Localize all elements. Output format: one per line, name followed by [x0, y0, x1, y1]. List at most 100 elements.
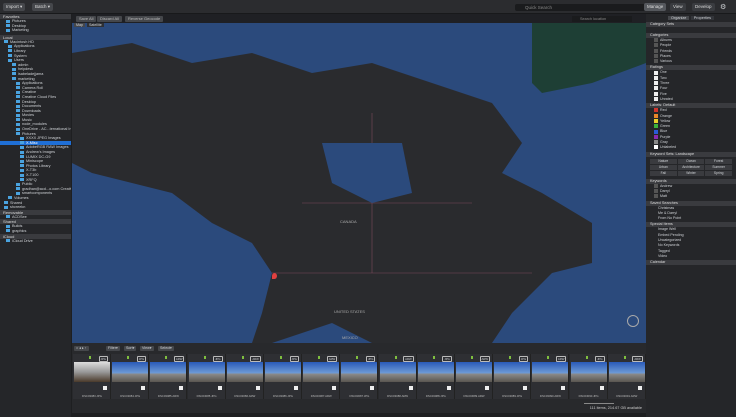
thumbnail[interactable]: ARW DSC03090.ARW [531, 354, 570, 399]
thumbnail[interactable]: JPG DSC03084.JPG [111, 354, 150, 399]
categories-item[interactable]: Various [646, 59, 736, 64]
folder-item[interactable]: graphics [0, 229, 71, 234]
color-label-item[interactable]: Unlabeled [646, 145, 736, 150]
select-checkbox[interactable] [637, 386, 642, 390]
view-label: View [142, 346, 150, 350]
thumbnail[interactable]: JPG DSC03090.JPG [569, 354, 608, 399]
view-button[interactable]: View▾ [140, 346, 154, 351]
map-type-satellite[interactable]: Satellite [87, 23, 104, 27]
checkbox-icon[interactable] [654, 59, 658, 64]
select-checkbox[interactable] [179, 386, 184, 390]
keywords-label: Darryl [660, 188, 670, 193]
mode-develop[interactable]: Develop [692, 3, 715, 11]
folder-item[interactable]: shcreekn [0, 205, 71, 210]
select-checkbox[interactable] [217, 386, 222, 390]
keyword-set-button[interactable]: Ocean [677, 158, 705, 164]
select-checkbox[interactable] [294, 386, 298, 390]
checkbox-icon[interactable] [654, 97, 658, 102]
keyword-set-button[interactable]: Winter [677, 170, 705, 176]
location-pin-icon[interactable] [272, 273, 277, 279]
sort-button[interactable]: Sort▾ [124, 346, 137, 351]
thumbnail[interactable]: JPG DSC03083.JPG [73, 354, 111, 399]
thumbnail[interactable]: ARW DSC03087.ARW [302, 354, 341, 399]
ratings-item[interactable]: Unrated [646, 97, 736, 102]
select-checkbox[interactable] [141, 386, 146, 390]
select-checkbox[interactable] [561, 386, 566, 390]
thumbnail[interactable]: ARW DSC03088.ARW [378, 354, 417, 399]
keyword-set-button[interactable]: Spring [705, 170, 732, 176]
checkbox-icon[interactable] [654, 183, 658, 188]
keyword-set-button[interactable]: Nature [650, 158, 677, 164]
mode-view[interactable]: View [670, 3, 686, 11]
thumbnail[interactable]: JPG DSC03085.JPG [187, 354, 226, 399]
home-icon[interactable]: ⌂ ◂ ▸ ↑ [74, 346, 89, 351]
select-checkbox[interactable] [370, 386, 375, 390]
keyword-set-button[interactable]: Urban [650, 164, 677, 170]
tab-properties[interactable]: Properties [690, 16, 714, 20]
quick-search-input[interactable]: Quick Search [515, 4, 657, 11]
compass-icon[interactable] [627, 315, 639, 327]
folder-label: Applications [22, 81, 43, 86]
select-checkbox[interactable] [255, 386, 260, 390]
thumbnail-size-slider[interactable] [584, 403, 614, 404]
checkbox-icon[interactable] [654, 75, 658, 80]
checkbox-icon[interactable] [654, 194, 658, 199]
checkbox-icon[interactable] [654, 188, 658, 193]
checkbox-icon[interactable] [654, 70, 658, 75]
folder-label: iCloud Drive [12, 238, 33, 243]
folder-icon [6, 224, 10, 228]
select-checkbox[interactable] [103, 386, 107, 390]
folder-item[interactable]: ACDSee [0, 215, 71, 220]
checkbox-icon[interactable] [654, 86, 658, 91]
checkbox-icon[interactable] [654, 43, 658, 48]
thumbnail[interactable]: ARW DSC03091.ARW [607, 354, 646, 399]
map-search-input[interactable]: Search location [572, 16, 632, 22]
thumbnail[interactable]: ARW DSC03086.ARW [225, 354, 264, 399]
calendar-header[interactable]: Calendar [646, 260, 736, 266]
file-name: DSC03090.ARW [539, 394, 561, 398]
thumbnail[interactable]: ARW DSC03085.ARW [149, 354, 188, 399]
checkbox-icon[interactable] [654, 91, 658, 96]
thumbnail[interactable]: JPG DSC03087.JPG [340, 354, 379, 399]
select-label: Select [160, 346, 170, 350]
settings-icon[interactable]: ⚙ [720, 3, 726, 11]
thumbnail[interactable]: JPG DSC03088.JPG [416, 354, 455, 399]
keyword-set-button[interactable]: Forest [705, 158, 732, 164]
map-canvas[interactable]: Map Satellite CANADA UNITED STATES MEXIC… [72, 23, 646, 343]
ratings-label: Four [660, 86, 668, 91]
select-checkbox[interactable] [485, 386, 489, 390]
keyword-set-button[interactable]: Fall [650, 170, 677, 176]
tab-organize[interactable]: Organize [668, 16, 690, 20]
select-button[interactable]: Select▾ [158, 346, 174, 351]
checkbox-icon[interactable] [654, 81, 658, 86]
discard-all-button[interactable]: Discard All [97, 16, 122, 22]
checkbox-icon[interactable] [654, 48, 658, 53]
select-checkbox[interactable] [446, 386, 451, 390]
select-checkbox[interactable] [599, 386, 604, 390]
keywords-item[interactable]: Matt [646, 194, 736, 199]
checkbox-icon[interactable] [654, 53, 658, 58]
import-button[interactable]: Import ▾ [3, 3, 26, 11]
batch-button[interactable]: Batch ▾ [32, 3, 54, 11]
thumbnail[interactable]: JPG DSC03089.JPG [493, 354, 532, 399]
folder-label: gradhan@acd...o.com Creative [22, 186, 71, 191]
folder-item[interactable]: Marketing [0, 28, 71, 33]
select-checkbox[interactable] [408, 386, 413, 390]
mode-manage[interactable]: Manage [644, 3, 667, 11]
keyword-set-button[interactable]: Summer [705, 164, 732, 170]
thumbnail[interactable]: ARW DSC03089.ARW [455, 354, 493, 399]
saved-search-item[interactable]: From No Point [646, 216, 736, 221]
reverse-geocode-button[interactable]: Reverse Geocode [125, 16, 164, 22]
thumbnail[interactable]: JPG DSC03086.JPG [264, 354, 302, 399]
organize-panel: Organize Properties Category Sets Categori… [646, 14, 736, 417]
checkbox-icon[interactable] [654, 38, 658, 43]
save-all-button[interactable]: Save All [76, 16, 97, 22]
special-item[interactable]: Video [646, 254, 736, 259]
filter-button[interactable]: Filter▾ [106, 346, 120, 351]
folder-item[interactable]: iCloud Drive [0, 239, 71, 244]
select-checkbox[interactable] [523, 386, 528, 390]
folder-icon [20, 159, 24, 163]
keyword-set-button[interactable]: Architecture [677, 164, 705, 170]
select-checkbox[interactable] [332, 386, 337, 390]
map-type-map[interactable]: Map [74, 23, 85, 27]
